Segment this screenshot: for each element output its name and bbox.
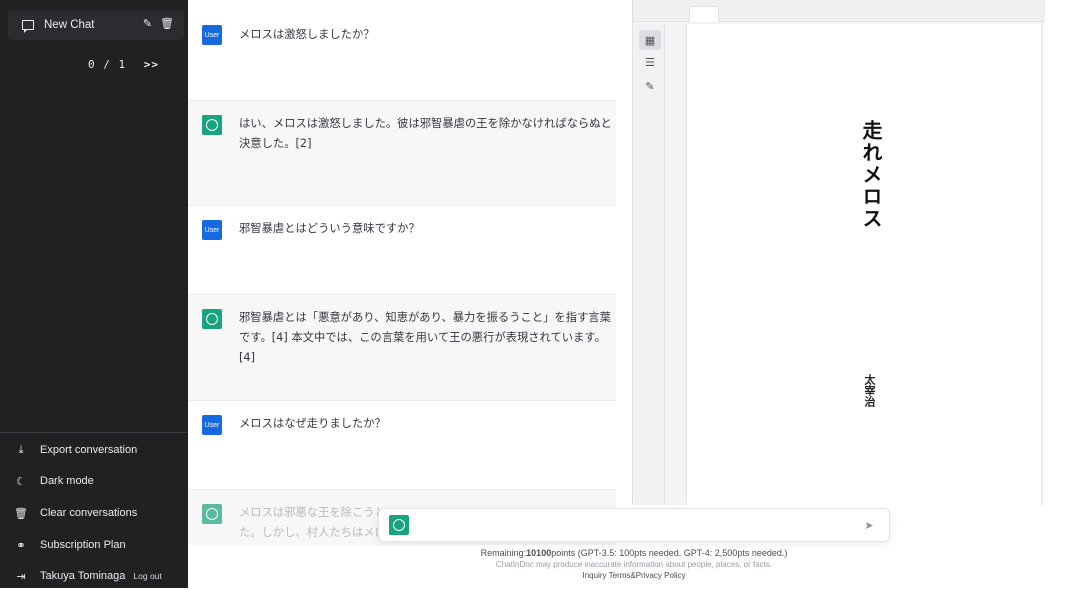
message-text: はい、メロスは激怒しました。彼は邪智暴虐の王を除かなければならぬと決意した。[2… [239, 117, 612, 150]
message-text: メロスは激怒しましたか？ [239, 28, 375, 41]
chat-item-label: New Chat [44, 19, 95, 31]
message-text: 邪智暴虐とはどういう意味ですか？ [239, 222, 420, 235]
user-avatar: User [202, 25, 222, 45]
document-author: 太宰治 [863, 374, 876, 407]
document-page: 走れメロス 太宰治 [686, 24, 1042, 505]
sidebar-item-clear[interactable]: 🗑 Clear conversations [0, 499, 188, 527]
viewer-toolbar [633, 0, 1045, 22]
pager-next-button[interactable]: >> [144, 58, 159, 71]
chat-item-actions: ✎ 🗑 [143, 17, 174, 30]
send-icon[interactable]: ➤ [861, 517, 877, 533]
message-user: User メロスは激怒しましたか？ [188, 25, 616, 100]
disclaimer: ChatInDoc may produce inaccurate informa… [495, 560, 773, 569]
chat-item-new-chat[interactable]: New Chat ✎ 🗑 [8, 10, 184, 40]
chat-thread: User メロスは激怒しましたか？ はい、メロスは激怒しました。彼は邪智暴虐の王… [188, 0, 628, 545]
link-icon: ⚭ [16, 539, 26, 552]
sidebar-item-label: Dark mode [40, 475, 94, 487]
remaining-points: 10100 [526, 548, 552, 558]
message-bot: はい、メロスは激怒しました。彼は邪智暴虐の王を除かなければならぬと決意した。[2… [188, 100, 616, 206]
viewer-side-tools: ▦ ☰ ✎ [635, 24, 665, 505]
outline-icon[interactable]: ☰ [639, 52, 661, 72]
bot-logo-icon [202, 115, 222, 135]
points-remaining: Remaining:10100points (GPT-3.5: 100pts n… [378, 548, 890, 558]
message-text: 邪智暴虐とは「悪意があり、知恵があり、暴力を振るうこと」を指す言葉です。[4] … [239, 311, 611, 364]
sidebar-item-label: Clear conversations [40, 507, 138, 519]
moon-icon: ☾ [16, 475, 26, 488]
user-name: Takuya Tominaga [40, 570, 126, 582]
attachment-icon[interactable]: ✎ [639, 76, 661, 96]
download-icon: ⤓ [18, 443, 24, 456]
message-composer: ➤ [378, 508, 890, 542]
pager-count: 0 / 1 [88, 58, 127, 71]
edit-icon[interactable]: ✎ [143, 17, 152, 30]
message-text: メロスはなぜ走りましたか？ [239, 417, 386, 430]
logout-link[interactable]: Log out [133, 571, 161, 581]
document-title: 走れメロス [859, 120, 883, 230]
app-root: New Chat ✎ 🗑 0 / 1 >> ⤓ Export conversat… [0, 0, 1067, 600]
bot-logo-icon [389, 515, 409, 535]
sidebar-item-export[interactable]: ⤓ Export conversation [0, 436, 188, 464]
document-viewer: ▦ ☰ ✎ 走れメロス 太宰治 [632, 0, 1045, 505]
sidebar-item-label: Subscription Plan [40, 539, 126, 551]
remaining-suffix: points (GPT-3.5: 100pts needed. GPT-4: 2… [551, 548, 788, 558]
sidebar: New Chat ✎ 🗑 0 / 1 >> ⤓ Export conversat… [0, 0, 188, 588]
sidebar-item-subscription[interactable]: ⚭ Subscription Plan [0, 531, 188, 559]
sidebar-item-dark-mode[interactable]: ☾ Dark mode [0, 467, 188, 495]
sidebar-user: ⇥ Takuya Tominaga Log out [0, 562, 188, 590]
trash-icon: 🗑 [14, 507, 28, 520]
message-bot: 邪智暴虐とは「悪意があり、知恵があり、暴力を振るうこと」を指す言葉です。[4] … [188, 294, 616, 401]
sidebar-item-label: Export conversation [40, 444, 138, 456]
footer-links: Inquiry Terms&Privacy Policy [378, 571, 890, 580]
chat-bubble-icon [22, 20, 34, 33]
logout-arrow-icon: ⇥ [16, 570, 26, 583]
inquiry-link[interactable]: Inquiry [583, 571, 607, 580]
message-user: User 邪智暴虐とはどういう意味ですか？ [188, 206, 616, 294]
remaining-prefix: Remaining: [480, 548, 527, 558]
message-input[interactable] [417, 511, 853, 539]
message-user: User メロスはなぜ走りましたか？ [188, 401, 616, 489]
thumbnails-icon[interactable]: ▦ [639, 30, 661, 50]
conversation-pager: 0 / 1 >> [88, 58, 159, 71]
user-avatar: User [202, 220, 222, 240]
user-avatar: User [202, 415, 222, 435]
trash-icon[interactable]: 🗑 [160, 17, 174, 30]
bot-logo-icon [202, 309, 222, 329]
bot-logo-icon [202, 504, 222, 524]
terms-link[interactable]: Terms&Privacy Policy [609, 571, 686, 580]
viewer-tab[interactable] [689, 6, 719, 22]
sidebar-divider [0, 432, 188, 433]
